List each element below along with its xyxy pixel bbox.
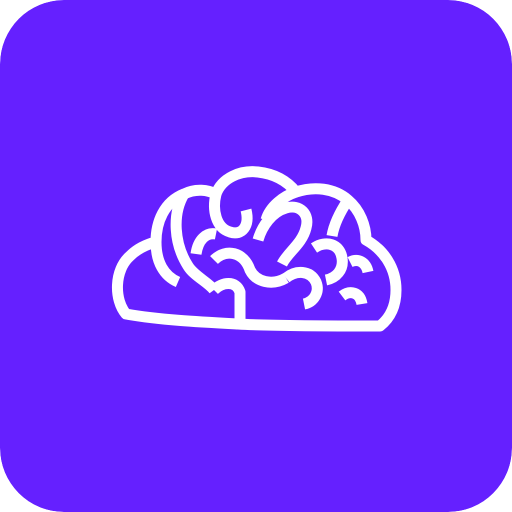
app-icon-tile (0, 0, 512, 512)
app-icon-background (0, 0, 512, 512)
app-icon-canvas (0, 0, 512, 512)
